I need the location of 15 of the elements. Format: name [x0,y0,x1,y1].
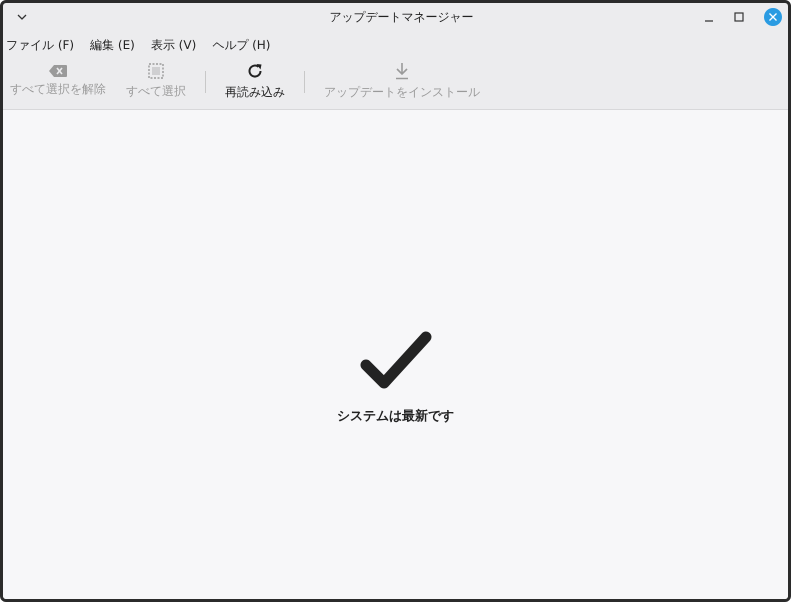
close-icon[interactable] [764,8,782,26]
reload-icon [246,62,264,80]
menu-item[interactable]: 表示 (V) [150,37,196,54]
toolbar-button[interactable]: 再読み込み [218,60,292,103]
status-message: システムは最新です [337,408,454,424]
maximize-icon[interactable] [734,12,744,22]
menu-item[interactable]: ヘルプ (H) [212,37,270,54]
select-all-icon [148,63,164,79]
checkmark-icon [358,328,434,390]
download-icon [394,62,410,80]
window-title: アップデートマネージャー [328,8,474,26]
chevron-down-icon[interactable] [17,14,27,20]
backspace-icon [49,65,67,77]
menu-item[interactable]: 編集 (E) [90,37,135,54]
menu-item[interactable]: ファイル (F) [6,37,74,54]
